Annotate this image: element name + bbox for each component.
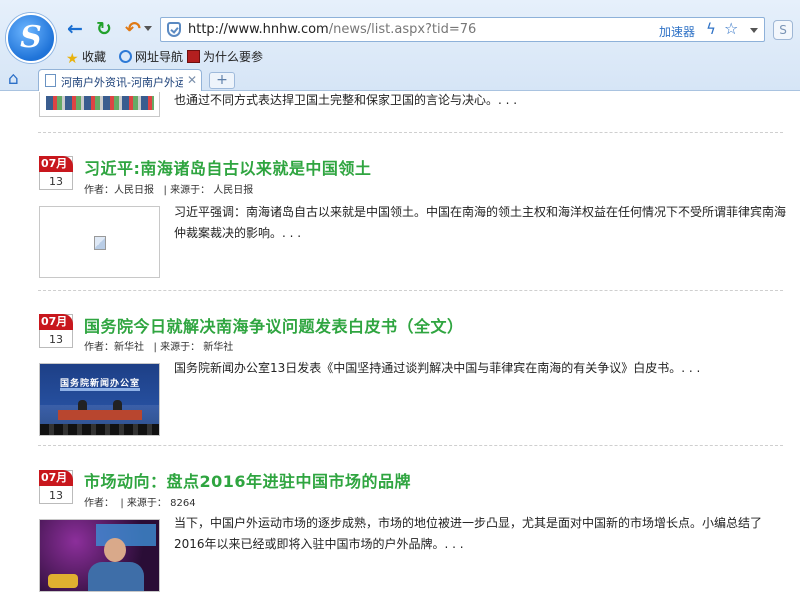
star-icon[interactable]: ☆ bbox=[724, 19, 738, 38]
browser-logo-icon[interactable] bbox=[6, 13, 56, 63]
article-summary: 国务院新闻办公室13日发表《中国坚持通过谈判解决中国与菲律宾在南海的有关争议》白… bbox=[174, 361, 701, 375]
url-text[interactable]: http://www.hnhw.com/news/list.aspx?tid=7… bbox=[188, 22, 476, 37]
author-value: 新华社 bbox=[114, 342, 144, 353]
thumbnail-detail bbox=[104, 538, 126, 562]
article-title-link[interactable]: 习近平:南海诸岛自古以来就是中国领土 bbox=[84, 155, 371, 179]
author-label: 作者： bbox=[84, 185, 114, 196]
article-meta: 作者：人民日报 | 来源于： 人民日报 bbox=[84, 181, 253, 196]
star-icon: ★ bbox=[66, 51, 79, 67]
divider bbox=[38, 132, 783, 133]
date-badge: 07月 13 bbox=[39, 314, 73, 348]
shield-icon[interactable] bbox=[167, 22, 181, 37]
bookmark-site-nav[interactable]: 网址导航 bbox=[119, 48, 183, 65]
source-label: | 来源于： bbox=[163, 185, 211, 196]
thumbnail-detail bbox=[78, 400, 87, 410]
source-value: 人民日报 bbox=[213, 185, 254, 196]
source-label: | 来源于： bbox=[120, 498, 167, 509]
new-tab-button[interactable]: + bbox=[209, 72, 235, 89]
accelerator-button[interactable]: 加速器 bbox=[659, 23, 695, 40]
refresh-button[interactable]: ↻ bbox=[93, 18, 115, 40]
back-button[interactable]: ← bbox=[64, 18, 86, 40]
sidebar-s-icon[interactable]: S bbox=[773, 20, 793, 40]
globe-icon bbox=[119, 50, 132, 63]
date-day: 13 bbox=[49, 489, 63, 502]
bookmark-favorites[interactable]: ★ 收藏 bbox=[66, 48, 106, 66]
bookmark-why[interactable]: 为什么要参 bbox=[187, 48, 263, 65]
thumbnail-detail bbox=[88, 562, 144, 591]
author-value: 人民日报 bbox=[114, 185, 154, 196]
browser-toolbar: ← ↻ ↶ http://www.hnhw.com/news/list.aspx… bbox=[0, 0, 800, 91]
tab-active[interactable]: 河南户外资讯-河南户外运动 ✕ bbox=[38, 69, 202, 91]
chevron-down-icon[interactable] bbox=[144, 26, 152, 31]
source-label: | 来源于： bbox=[153, 342, 201, 353]
date-badge: 07月 13 bbox=[39, 156, 73, 190]
article-title-link[interactable]: 市场动向：盘点2016年进驻中国市场的品牌 bbox=[84, 468, 411, 492]
article-summary: 当下，中国户外运动市场的逐步成熟，市场的地位被进一步凸显，尤其是面对中国新的市场… bbox=[174, 516, 763, 551]
lightning-icon[interactable]: ϟ bbox=[706, 20, 716, 38]
thumbnail-detail bbox=[40, 424, 159, 435]
thumbnail-image bbox=[46, 96, 154, 110]
date-day: 13 bbox=[49, 333, 63, 346]
undo-close-tab-button[interactable]: ↶ bbox=[122, 18, 144, 40]
divider bbox=[38, 445, 783, 446]
news-list: 也通过不同方式表达捍卫国土完整和保家卫国的言论与决心。. . . 07月 13 … bbox=[0, 92, 800, 600]
home-icon[interactable]: ⌂ bbox=[8, 70, 26, 88]
thumbnail-detail bbox=[60, 388, 140, 391]
source-value: 8264 bbox=[170, 498, 196, 509]
tab-title: 河南户外资讯-河南户外运动 bbox=[61, 76, 183, 89]
date-month: 07月 bbox=[39, 156, 73, 172]
article-thumbnail[interactable] bbox=[39, 519, 160, 592]
thumbnail-detail bbox=[113, 400, 122, 410]
bookmark-label: 为什么要参 bbox=[203, 50, 264, 64]
broken-image-icon bbox=[94, 236, 106, 250]
date-month: 07月 bbox=[39, 470, 73, 486]
address-bar[interactable]: http://www.hnhw.com/news/list.aspx?tid=7… bbox=[160, 17, 765, 42]
thumbnail-detail bbox=[48, 574, 78, 588]
bookmark-label: 网址导航 bbox=[135, 50, 184, 64]
article-meta: 作者：新华社 | 来源于： 新华社 bbox=[84, 338, 233, 353]
author-label: 作者： bbox=[84, 498, 114, 509]
source-value: 新华社 bbox=[203, 342, 234, 353]
date-day: 13 bbox=[49, 175, 63, 188]
article-summary: 习近平强调：南海诸岛自古以来就是中国领土。中国在南海的领土主权和海洋权益在任何情… bbox=[174, 205, 787, 240]
article-meta: 作者： | 来源于： 8264 bbox=[84, 494, 196, 509]
bookmark-label: 收藏 bbox=[82, 50, 107, 64]
article-thumbnail[interactable] bbox=[39, 92, 160, 117]
author-label: 作者： bbox=[84, 342, 114, 353]
divider bbox=[38, 290, 783, 291]
tab-strip: ⌂ 河南户外资讯-河南户外运动 ✕ + bbox=[0, 69, 800, 91]
url-path: /news/list.aspx?tid=76 bbox=[328, 22, 477, 37]
page-icon bbox=[45, 74, 56, 87]
date-month: 07月 bbox=[39, 314, 73, 330]
article-summary: 也通过不同方式表达捍卫国土完整和保家卫国的言论与决心。. . . bbox=[174, 93, 518, 107]
url-host: http://www.hnhw.com bbox=[188, 22, 329, 37]
site-favicon-icon bbox=[187, 50, 200, 63]
article-thumbnail[interactable] bbox=[39, 206, 160, 278]
article-title-link[interactable]: 国务院今日就解决南海争议问题发表白皮书（全文） bbox=[84, 313, 464, 337]
article-thumbnail[interactable]: 国务院新闻办公室 bbox=[39, 363, 160, 436]
thumbnail-detail bbox=[58, 410, 142, 420]
chevron-down-icon[interactable] bbox=[750, 28, 758, 33]
date-badge: 07月 13 bbox=[39, 470, 73, 504]
close-icon[interactable]: ✕ bbox=[187, 73, 197, 87]
